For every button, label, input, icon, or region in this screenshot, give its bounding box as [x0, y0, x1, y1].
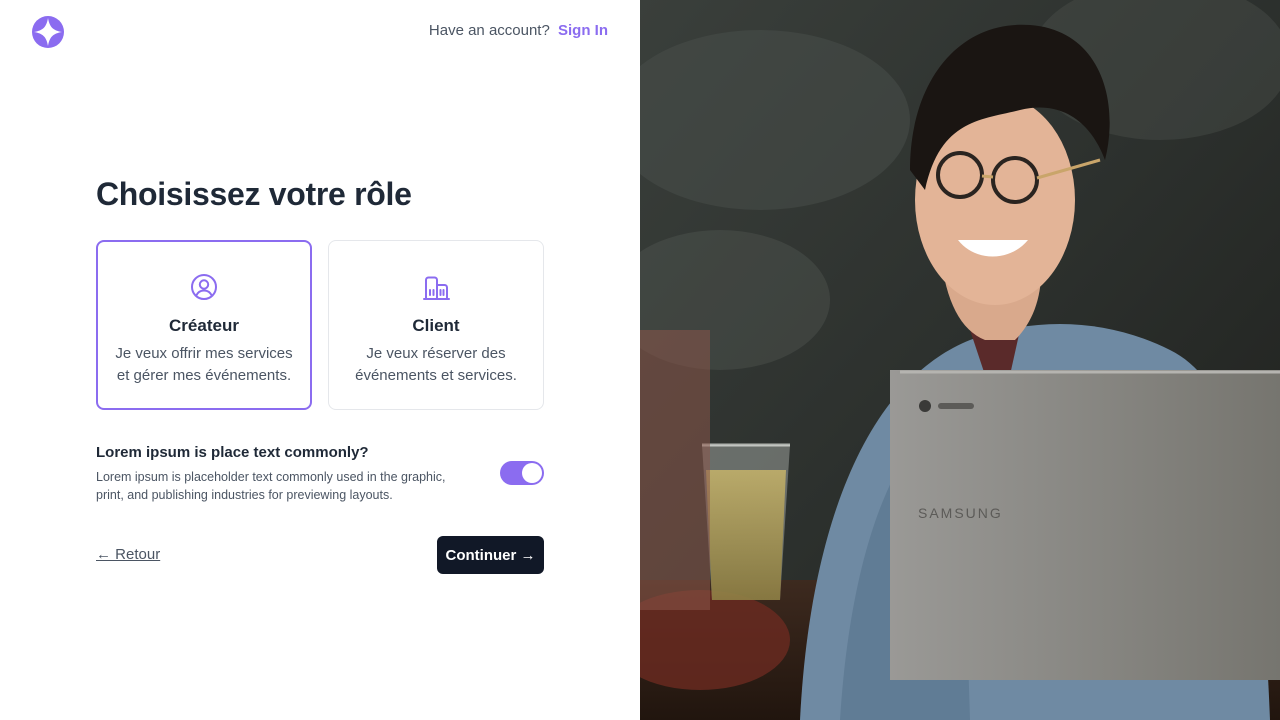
- role-card-client[interactable]: Client Je veux réserver des événements e…: [328, 240, 544, 410]
- signin-prompt: Have an account? Sign In: [429, 22, 608, 39]
- laptop-brand-text: SAMSUNG: [918, 505, 1003, 521]
- page-title: Choisissez votre rôle: [96, 176, 412, 212]
- toggle-knob: [522, 463, 542, 483]
- option-description: Lorem ipsum is placeholder text commonly…: [96, 470, 446, 502]
- continue-button[interactable]: Continuer →: [437, 536, 544, 574]
- role-card-creator[interactable]: Créateur Je veux offrir mes services et …: [96, 240, 312, 410]
- sign-in-link[interactable]: Sign In: [558, 22, 608, 39]
- option-toggle[interactable]: [500, 461, 544, 485]
- app-logo-icon[interactable]: [32, 16, 64, 48]
- signup-form-pane: Have an account? Sign In Choisissez votr…: [0, 0, 640, 720]
- hero-photo: SAMSUNG: [640, 0, 1280, 720]
- role-card-title: Créateur: [169, 316, 239, 335]
- user-circle-icon: [191, 274, 217, 300]
- buildings-icon: [423, 276, 450, 300]
- role-card-description: Je veux offrir mes services et gérer mes…: [115, 345, 293, 384]
- hero-photo-panel: SAMSUNG: [640, 0, 1280, 720]
- option-title: Lorem ipsum is place text commonly?: [96, 444, 369, 461]
- have-account-text: Have an account?: [428, 22, 550, 39]
- role-card-title: Client: [412, 316, 460, 335]
- back-link[interactable]: ← Retour: [96, 546, 160, 563]
- role-card-description: Je veux réserver des événements et servi…: [355, 345, 517, 384]
